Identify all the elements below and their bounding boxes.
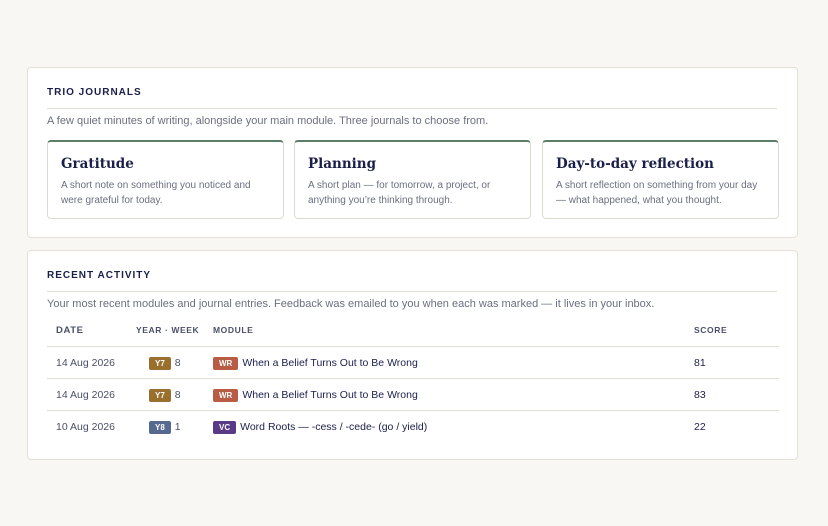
activity-description: Your most recent modules and journal ent… — [47, 298, 655, 310]
module-title-link[interactable]: When a Belief Turns Out to Be Wrong — [242, 389, 417, 401]
column-header-score: SCORE — [694, 325, 728, 335]
journal-description: A short reflection on something from you… — [556, 180, 758, 206]
activity-row: 14 Aug 2026 Y7 8 WR When a Belief Turns Ou… — [47, 346, 779, 379]
module-title-link[interactable]: When a Belief Turns Out to Be Wrong — [242, 357, 417, 369]
journal-title: Planning — [308, 156, 377, 172]
activity-divider — [47, 291, 777, 292]
journal-description: A short plan — for tomorrow, a project, … — [308, 180, 491, 206]
row-score: 83 — [694, 389, 706, 401]
row-score: 81 — [694, 357, 706, 369]
journal-description: A short note on something you noticed an… — [61, 180, 251, 206]
journal-title: Gratitude — [61, 156, 134, 172]
column-header-year-week: YEAR · WEEK — [136, 325, 200, 335]
trio-journals-card: TRIO JOURNALS A few quiet minutes of wri… — [27, 67, 798, 238]
year-badge: Y7 — [149, 388, 171, 402]
row-year-week: Y7 8 — [149, 379, 181, 411]
row-date: 10 Aug 2026 — [56, 421, 115, 433]
row-year-week: Y8 1 — [149, 411, 181, 443]
week-number: 8 — [174, 357, 181, 370]
year-badge: Y8 — [149, 420, 171, 434]
journals-description: A few quiet minutes of writing, alongsid… — [47, 115, 489, 127]
year-badge: Y7 — [149, 356, 171, 370]
module-code-badge: WR — [213, 388, 239, 402]
recent-activity-card: RECENT ACTIVITY Your most recent modules… — [27, 250, 798, 460]
journals-section-title: TRIO JOURNALS — [47, 87, 142, 98]
activity-row: 14 Aug 2026 Y7 8 WR When a Belief Turns Ou… — [47, 378, 779, 411]
row-module: WR When a Belief Turns Out to Be Wrong — [213, 379, 418, 411]
column-header-date: DATE — [56, 325, 84, 336]
row-module: VC Word Roots — -cess / -cede- (go / yiel… — [213, 411, 427, 443]
journal-tile-gratitude[interactable]: Gratitude A short note on something you … — [47, 140, 284, 219]
module-title-link[interactable]: Word Roots — -cess / -cede- (go / yield) — [240, 421, 427, 433]
row-date: 14 Aug 2026 — [56, 389, 115, 401]
journal-tile-planning[interactable]: Planning A short plan — for tomorrow, a … — [294, 140, 531, 219]
journal-title: Day-to-day reflection — [556, 156, 714, 172]
activity-section-title: RECENT ACTIVITY — [47, 270, 152, 281]
journals-divider — [47, 108, 777, 109]
journal-tile-reflection[interactable]: Day-to-day reflection A short reflection… — [542, 140, 779, 219]
row-date: 14 Aug 2026 — [56, 357, 115, 369]
row-year-week: Y7 8 — [149, 347, 181, 379]
week-number: 1 — [174, 421, 181, 434]
module-code-badge: VC — [213, 420, 237, 434]
module-code-badge: WR — [213, 356, 239, 370]
row-score: 22 — [694, 421, 706, 433]
column-header-module: MODULE — [213, 325, 254, 335]
row-module: WR When a Belief Turns Out to Be Wrong — [213, 347, 418, 379]
activity-row: 10 Aug 2026 Y8 1 VC Word Roots — -cess / -… — [47, 410, 779, 443]
week-number: 8 — [174, 389, 181, 402]
